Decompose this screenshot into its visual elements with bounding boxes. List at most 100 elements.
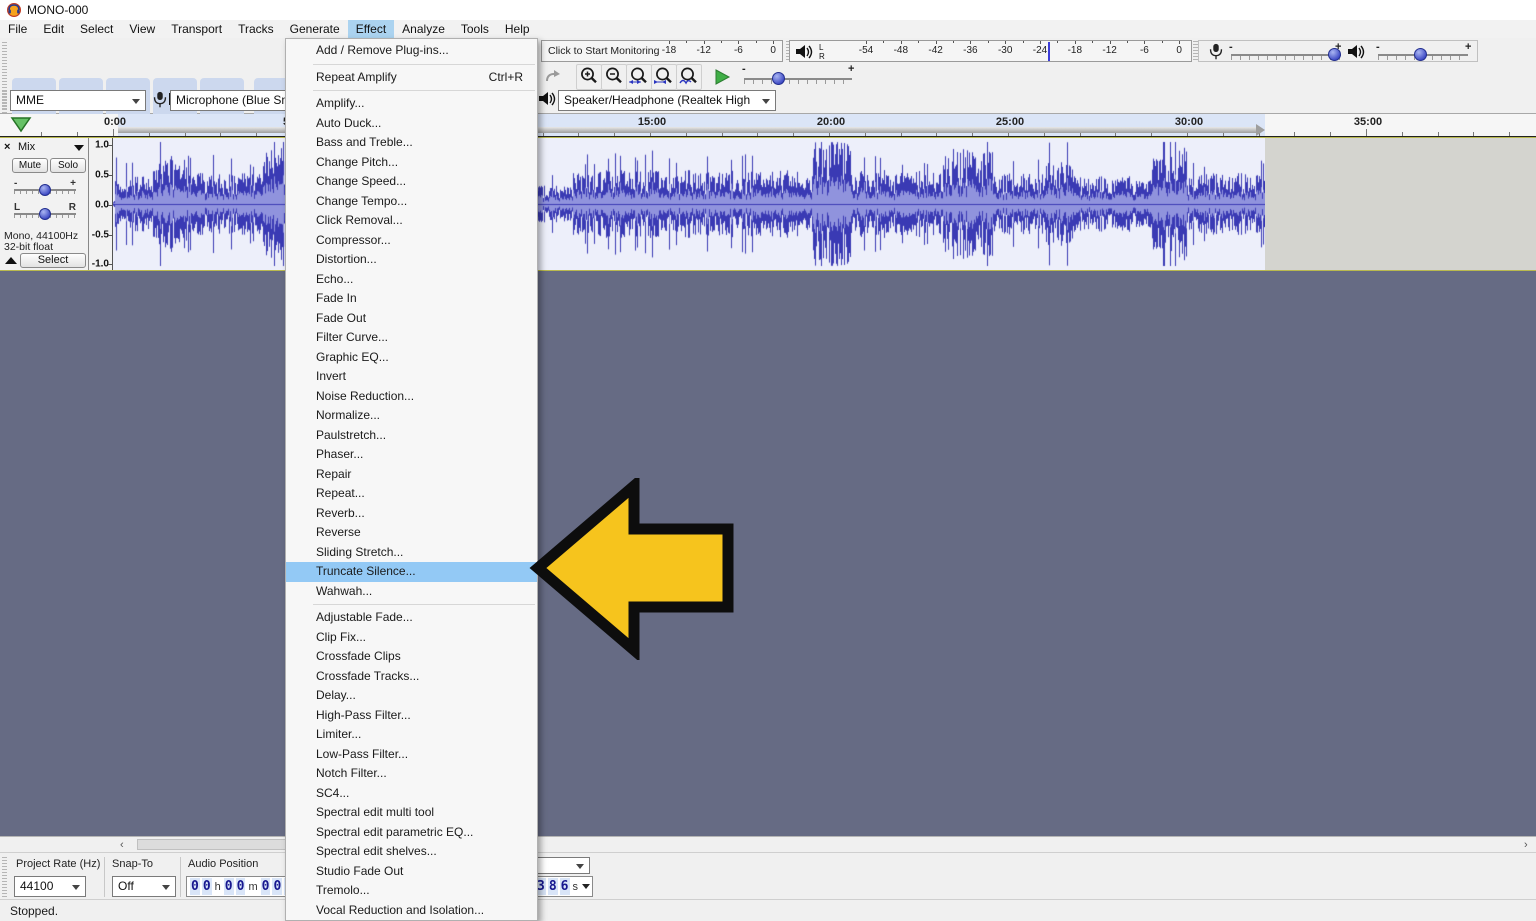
menu-item-fade-in[interactable]: Fade In [286,289,537,309]
pan-slider[interactable]: L R [14,204,76,218]
menu-item-bass-and-treble[interactable]: Bass and Treble... [286,133,537,153]
menu-item-amplify[interactable]: Amplify... [286,94,537,114]
menu-select[interactable]: Select [72,20,121,38]
recording-meter[interactable]: Click to Start Monitoring -18-12-60 [541,40,783,62]
menu-item-change-pitch[interactable]: Change Pitch... [286,153,537,173]
menu-item-tremolo[interactable]: Tremolo... [286,881,537,901]
menu-item-reverse[interactable]: Reverse [286,523,537,543]
menu-item-vocal-reduction-and-isolation[interactable]: Vocal Reduction and Isolation... [286,901,537,921]
menu-analyze[interactable]: Analyze [394,20,453,38]
menu-item-sc4[interactable]: SC4... [286,784,537,804]
toolbar-grip[interactable] [2,91,7,113]
time-digit[interactable]: 0 [202,878,212,895]
gain-slider[interactable]: - + [14,180,76,194]
mute-button[interactable]: Mute [12,158,48,173]
time-digit[interactable]: s [571,881,581,893]
fit-selection-button[interactable] [626,64,652,90]
record-volume-thumb[interactable] [1328,48,1341,61]
menu-item-normalize[interactable]: Normalize... [286,406,537,426]
menu-item-crossfade-tracks[interactable]: Crossfade Tracks... [286,667,537,687]
pinned-play-head-button[interactable] [10,115,36,135]
menu-item-compressor[interactable]: Compressor... [286,231,537,251]
menu-item-wahwah[interactable]: Wahwah... [286,582,537,602]
menu-item-distortion[interactable]: Distortion... [286,250,537,270]
menu-item-graphic-eq[interactable]: Graphic EQ... [286,348,537,368]
menu-item-invert[interactable]: Invert [286,367,537,387]
zoom-out-button[interactable] [601,64,627,90]
menu-item-noise-reduction[interactable]: Noise Reduction... [286,387,537,407]
pan-slider-thumb[interactable] [39,208,51,220]
speed-slider-thumb[interactable] [772,72,785,85]
menu-item-crossfade-clips[interactable]: Crossfade Clips [286,647,537,667]
menu-tools[interactable]: Tools [453,20,497,38]
menu-item-spectral-edit-multi-tool[interactable]: Spectral edit multi tool [286,803,537,823]
time-field-caret[interactable] [582,884,590,889]
track-close-button[interactable]: × [4,141,10,153]
fit-project-button[interactable] [651,64,677,90]
time-digit[interactable]: 0 [261,878,271,895]
menu-item-auto-duck[interactable]: Auto Duck... [286,114,537,134]
menu-item-studio-fade-out[interactable]: Studio Fade Out [286,862,537,882]
menu-item-high-pass-filter[interactable]: High-Pass Filter... [286,706,537,726]
zoom-in-button[interactable] [576,64,602,90]
menu-item-limiter[interactable]: Limiter... [286,725,537,745]
menu-item-truncate-silence[interactable]: Truncate Silence... [286,562,537,582]
menu-item-add-remove-plug-ins[interactable]: Add / Remove Plug-ins... [286,41,537,61]
menu-item-repeat[interactable]: Repeat... [286,484,537,504]
snap-to-select[interactable]: Off [112,876,176,897]
track-name[interactable]: Mix [18,141,35,153]
horizontal-scrollbar[interactable]: ‹ › [0,836,1536,852]
menu-generate[interactable]: Generate [282,20,348,38]
playback-device-select[interactable]: Speaker/Headphone (Realtek High [558,90,776,111]
gain-slider-thumb[interactable] [39,184,51,196]
solo-button[interactable]: Solo [50,158,86,173]
menu-file[interactable]: File [0,20,35,38]
menu-item-low-pass-filter[interactable]: Low-Pass Filter... [286,745,537,765]
scroll-right-arrow[interactable]: › [1524,839,1528,851]
menu-item-click-removal[interactable]: Click Removal... [286,211,537,231]
play-at-speed-button[interactable] [706,64,738,90]
menu-item-change-tempo[interactable]: Change Tempo... [286,192,537,212]
scroll-left-arrow[interactable]: ‹ [120,839,124,851]
time-digit[interactable]: 0 [190,878,200,895]
menu-item-repeat-amplify[interactable]: Repeat AmplifyCtrl+R [286,68,537,88]
menu-item-reverb[interactable]: Reverb... [286,504,537,524]
menu-item-spectral-edit-shelves[interactable]: Spectral edit shelves... [286,842,537,862]
menu-item-phaser[interactable]: Phaser... [286,445,537,465]
toolbar-grip[interactable] [2,857,7,897]
menu-effect[interactable]: Effect [348,20,394,38]
menu-item-filter-curve[interactable]: Filter Curve... [286,328,537,348]
track-select-button[interactable]: Select [20,253,86,268]
menu-item-echo[interactable]: Echo... [286,270,537,290]
title-bar[interactable]: MONO-000 [0,0,1536,20]
time-digit[interactable]: 6 [560,878,570,895]
audio-host-select[interactable]: MME [10,90,146,111]
menu-item-spectral-edit-parametric-eq[interactable]: Spectral edit parametric EQ... [286,823,537,843]
menu-item-adjustable-fade[interactable]: Adjustable Fade... [286,608,537,628]
time-digit[interactable]: h [213,881,223,893]
time-digit[interactable]: m [246,881,259,893]
redo-button[interactable] [540,64,566,90]
time-digit[interactable]: 8 [548,878,558,895]
menu-item-delay[interactable]: Delay... [286,686,537,706]
menu-item-clip-fix[interactable]: Clip Fix... [286,628,537,648]
menu-transport[interactable]: Transport [163,20,230,38]
menu-item-sliding-stretch[interactable]: Sliding Stretch... [286,543,537,563]
time-digit[interactable]: 0 [236,878,246,895]
menu-help[interactable]: Help [497,20,538,38]
menu-edit[interactable]: Edit [35,20,72,38]
time-digit[interactable]: 0 [272,878,282,895]
collapse-track-icon[interactable] [5,257,17,264]
timeline-ruler[interactable]: 0:005:0010:0015:0020:0025:0030:0035:00 [0,114,1536,137]
project-rate-select[interactable]: 44100 [14,876,86,897]
playback-meter[interactable]: L R -54-48-42-36-30-24-18-12-60 [789,40,1192,62]
menu-item-notch-filter[interactable]: Notch Filter... [286,764,537,784]
menu-item-change-speed[interactable]: Change Speed... [286,172,537,192]
vertical-scale-ruler[interactable]: 1.00.50.0-0.5-1.0 [89,138,113,270]
menu-item-repair[interactable]: Repair [286,465,537,485]
menu-item-paulstretch[interactable]: Paulstretch... [286,426,537,446]
playback-volume-thumb[interactable] [1414,48,1427,61]
zoom-toggle-button[interactable] [676,64,702,90]
menu-tracks[interactable]: Tracks [230,20,282,38]
menu-item-fade-out[interactable]: Fade Out [286,309,537,329]
